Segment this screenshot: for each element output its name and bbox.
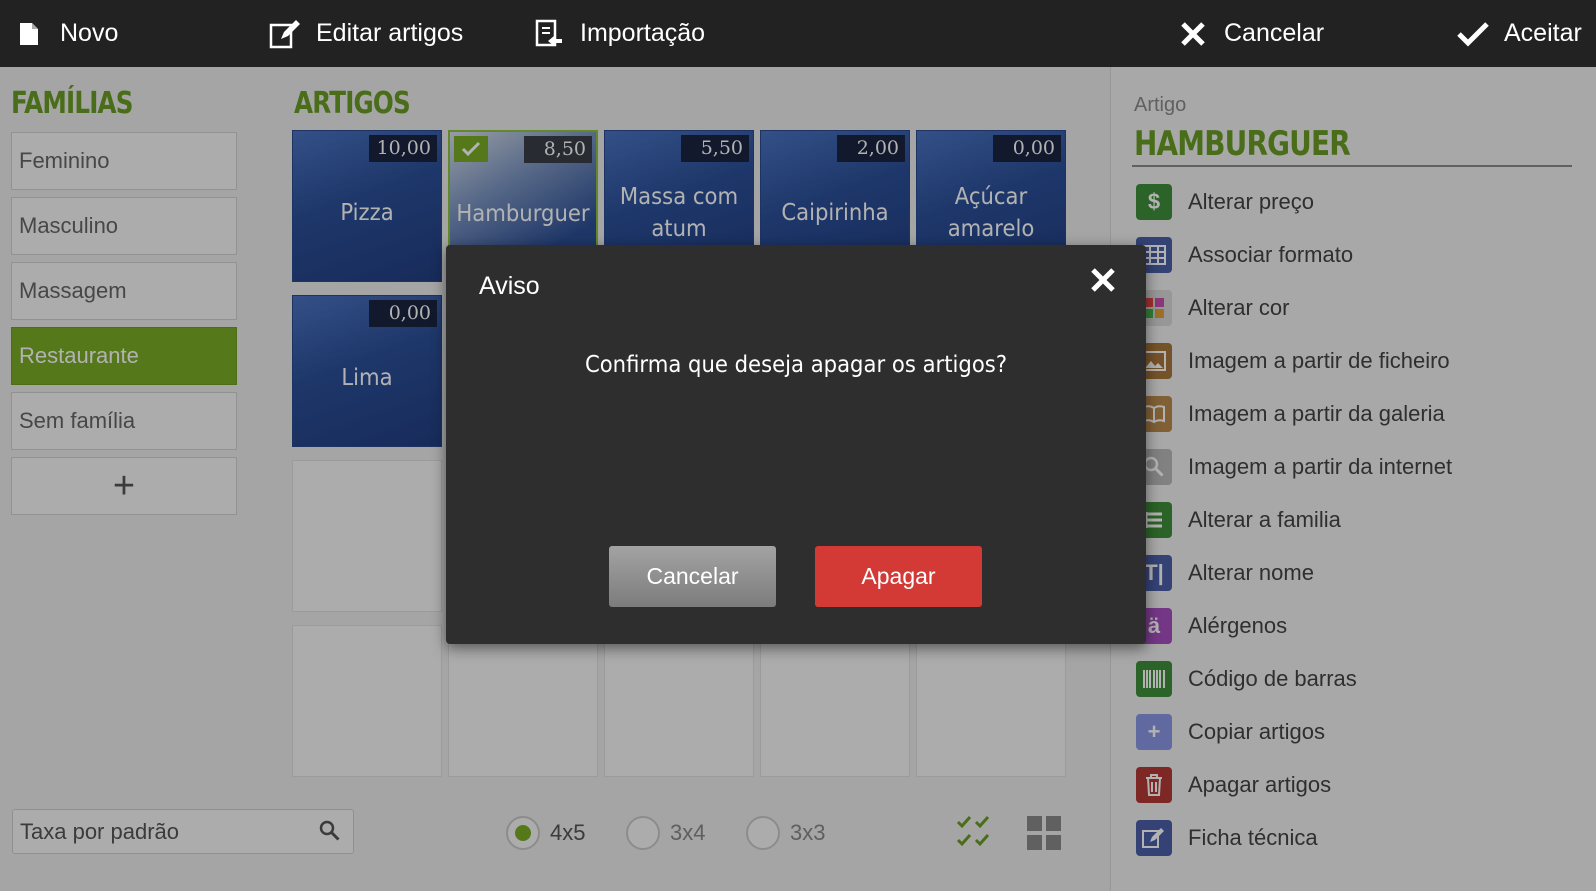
edit-articles-button[interactable]: Editar artigos [268, 0, 463, 67]
close-icon [1176, 17, 1210, 51]
import-label: Importação [580, 19, 706, 47]
dialog-cancel-button[interactable]: Cancelar [609, 546, 776, 607]
check-icon [1456, 17, 1490, 51]
top-toolbar: Novo Editar artigos Importação Cancelar … [0, 0, 1596, 67]
cancel-toolbar-button[interactable]: Cancelar [1176, 0, 1324, 67]
import-button[interactable]: Importação [532, 0, 705, 67]
accept-button[interactable]: Aceitar [1456, 0, 1582, 67]
import-icon [532, 17, 566, 51]
cancel-label: Cancelar [1224, 19, 1325, 47]
new-label: Novo [60, 19, 119, 47]
warning-dialog: Aviso Confirma que deseja apagar os arti… [446, 245, 1146, 644]
edit-articles-label: Editar artigos [316, 19, 464, 47]
dialog-delete-button[interactable]: Apagar [815, 546, 982, 607]
accept-label: Aceitar [1504, 19, 1582, 47]
new-doc-icon [12, 17, 46, 51]
dialog-message: Confirma que deseja apagar os artigos? [584, 352, 1008, 378]
close-icon[interactable] [1090, 267, 1116, 298]
dialog-title: Aviso [479, 272, 540, 300]
new-button[interactable]: Novo [12, 0, 118, 67]
edit-icon [268, 17, 302, 51]
